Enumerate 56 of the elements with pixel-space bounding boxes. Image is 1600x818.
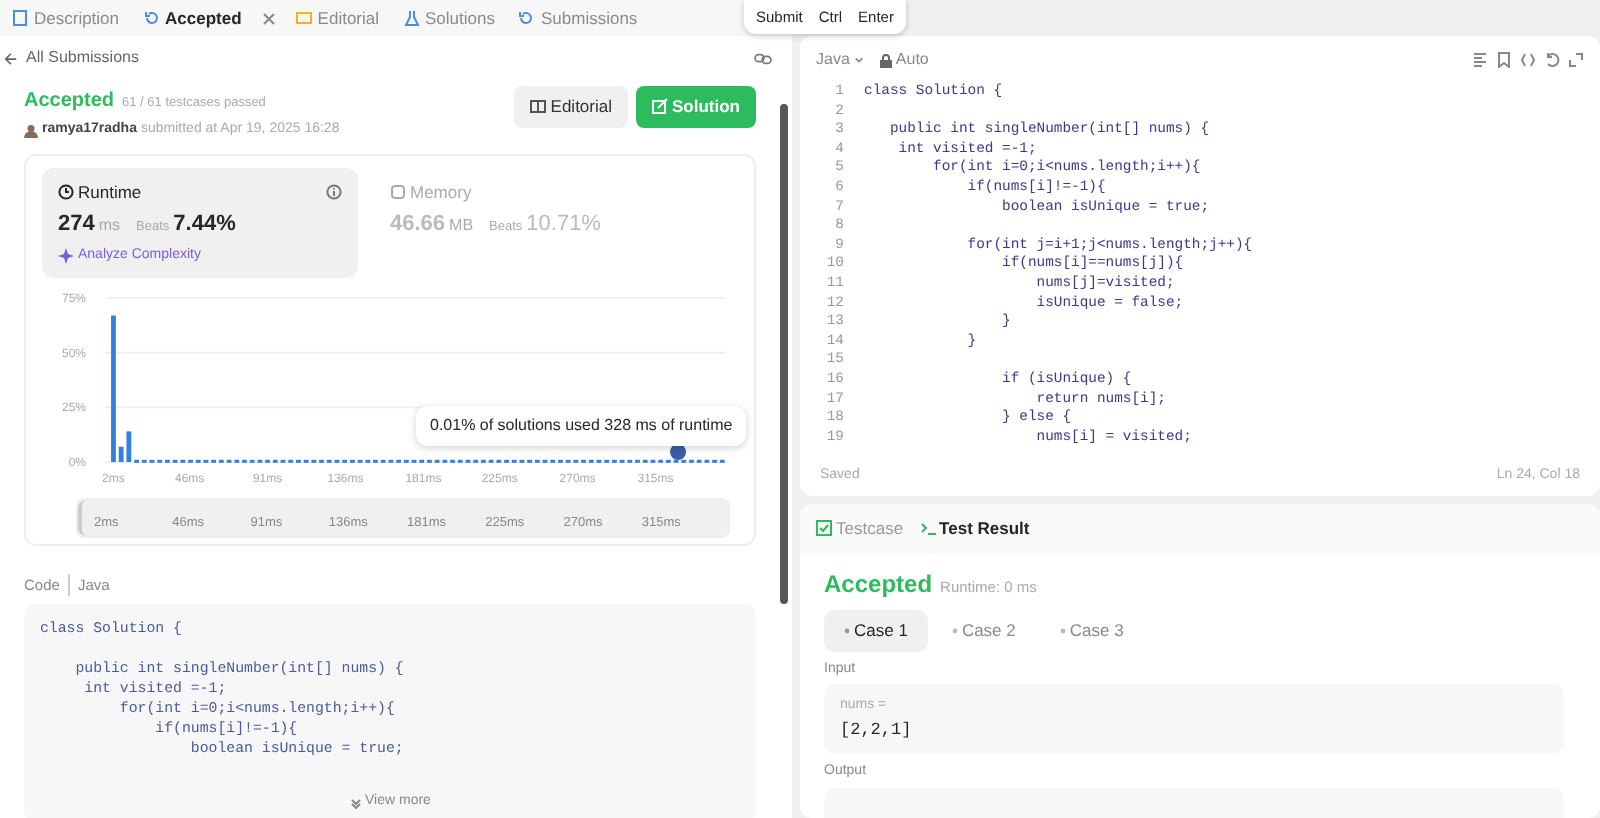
auto-mode[interactable]: Auto: [895, 48, 929, 72]
info-icon: [326, 183, 342, 200]
chevron-down-icon: [853, 56, 864, 64]
solution-button[interactable]: Solution: [636, 86, 756, 128]
case-tab[interactable]: Case 2: [931, 609, 1036, 651]
tab[interactable]: Submissions: [514, 5, 642, 31]
terminal-icon: [919, 520, 936, 537]
back-arrow-icon[interactable]: [4, 51, 18, 65]
checkbox-icon: [816, 520, 832, 537]
tab[interactable]: Testcase: [816, 516, 904, 542]
avatar-marker: [670, 444, 687, 461]
bookmark-icon[interactable]: [1496, 52, 1512, 68]
all-submissions-link[interactable]: All Submissions: [26, 46, 139, 70]
language-dropdown[interactable]: Java: [816, 48, 864, 72]
dot-icon: [1059, 627, 1066, 634]
braces-icon[interactable]: [1520, 52, 1536, 68]
metric-value: 46.66: [390, 210, 446, 241]
edit-icon: [652, 98, 668, 115]
tab[interactable]: Solutions: [399, 5, 499, 31]
metric-value: 274: [58, 210, 95, 241]
beats-percent: 7.44%: [173, 210, 236, 241]
accepted-status: Accepted: [824, 567, 933, 602]
metric-unit: ms: [98, 214, 121, 239]
input-value: [2,2,1]: [840, 717, 914, 743]
document-icon: [12, 10, 28, 26]
lock-icon: [879, 53, 892, 67]
editorial-button[interactable]: Editorial: [514, 86, 628, 128]
avatar-icon: [24, 123, 38, 138]
tab[interactable]: Description: [8, 5, 124, 31]
tab[interactable]: Accepted: [139, 5, 246, 31]
case-tab[interactable]: Case 1: [824, 609, 928, 651]
flask-icon: [403, 10, 420, 26]
metric-unit: MB: [449, 214, 474, 239]
metric-label: Runtime: [78, 179, 142, 205]
close-icon[interactable]: [261, 11, 276, 25]
dot-icon: [951, 627, 958, 634]
bar[interactable]: [126, 431, 132, 463]
sparkle-icon: [58, 248, 74, 264]
history-icon: [518, 10, 535, 26]
tab[interactable]: Test Result: [919, 516, 1030, 542]
case-tab[interactable]: Case 3: [1039, 609, 1144, 651]
tab[interactable]: Editorial: [291, 5, 384, 31]
clock-icon: [58, 183, 74, 200]
metric-label: Memory: [410, 179, 472, 205]
history-icon: [143, 10, 160, 26]
undo-icon[interactable]: [1544, 52, 1560, 68]
format-icon[interactable]: [1472, 52, 1488, 68]
dot-icon: [844, 627, 850, 634]
chevron-down-icon: [349, 797, 362, 809]
link-icon[interactable]: [754, 51, 772, 65]
chart-tooltip: 0.01% of solutions used 328 ms of runtime: [416, 406, 747, 447]
accepted-status: Accepted: [24, 88, 115, 116]
bar[interactable]: [118, 447, 124, 463]
expand-icon[interactable]: [1568, 52, 1584, 68]
beats-percent: 10.71%: [526, 210, 601, 241]
chip-icon: [390, 183, 406, 200]
